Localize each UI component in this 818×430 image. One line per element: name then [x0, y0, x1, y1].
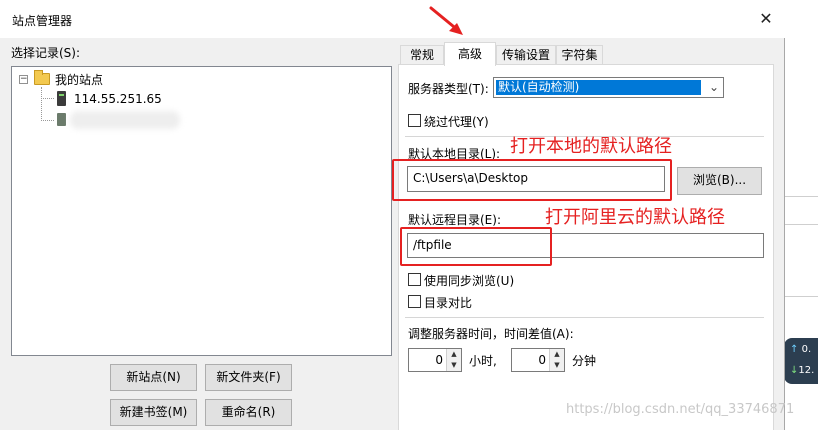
select-entry-label: 选择记录(S): [11, 46, 81, 60]
server-icon [57, 113, 66, 126]
tab-advanced[interactable]: 高级 [444, 42, 496, 66]
window-title: 站点管理器 [12, 14, 73, 28]
blurred-site-item[interactable] [70, 111, 180, 129]
red-arrow-annotation [429, 6, 463, 35]
stepper-down-icon[interactable]: ▼ [549, 360, 564, 371]
hours-value: 0 [435, 353, 443, 367]
server-type-value: 默认(自动检测) [495, 79, 702, 96]
local-dir-highlight [392, 159, 672, 201]
stepper-up-icon[interactable]: ▲ [446, 349, 461, 360]
time-adjust-label: 调整服务器时间，时间差值(A): [408, 327, 574, 341]
tab-charset[interactable]: 字符集 [556, 45, 603, 65]
chevron-down-icon: ⌄ [708, 80, 719, 94]
minutes-unit-label: 分钟 [572, 354, 597, 368]
rename-button[interactable]: 重命名(R) [205, 399, 292, 426]
server-type-label: 服务器类型(T): [408, 82, 489, 96]
tree-connector [41, 120, 54, 121]
title-bar: 站点管理器 ✕ [0, 0, 785, 38]
tree-connector [41, 98, 54, 99]
sync-browse-label: 使用同步浏览(U) [424, 274, 515, 288]
remote-dir-label: 默认远程目录(E): [408, 213, 501, 227]
new-folder-button[interactable]: 新文件夹(F) [205, 364, 292, 391]
minutes-value: 0 [538, 353, 546, 367]
tree-root-label[interactable]: 我的站点 [55, 71, 103, 88]
minutes-stepper[interactable]: 0 ▲ ▼ [511, 348, 565, 372]
new-site-button[interactable]: 新站点(N) [110, 364, 197, 391]
local-dir-annotation: 打开本地的默认路径 [510, 136, 672, 157]
background-divider [785, 224, 818, 225]
tab-transfer-settings[interactable]: 传输设置 [496, 45, 556, 65]
upload-speed: 0. [801, 344, 812, 355]
new-bookmark-button[interactable]: 新建书签(M) [110, 399, 197, 426]
browse-button[interactable]: 浏览(B)... [677, 167, 762, 195]
bypass-proxy-label: 绕过代理(Y) [424, 115, 489, 129]
download-speed: 12. [798, 365, 815, 376]
upload-arrow-icon: ↑ [790, 344, 799, 355]
collapse-icon[interactable]: − [19, 75, 28, 84]
hours-unit-label: 小时, [469, 354, 497, 368]
remote-dir-highlight [400, 227, 552, 266]
remote-dir-annotation: 打开阿里云的默认路径 [545, 207, 725, 228]
dir-compare-checkbox[interactable] [408, 295, 421, 308]
hours-stepper[interactable]: 0 ▲ ▼ [408, 348, 462, 372]
watermark: https://blog.csdn.net/qq_33746871 [566, 402, 795, 417]
network-speed-widget: ↑ 0. ↓12. [784, 338, 818, 384]
background-divider [785, 296, 818, 297]
dir-compare-label: 目录对比 [424, 296, 473, 310]
site-tree[interactable]: − 我的站点 114.55.251.65 [11, 66, 392, 356]
folder-icon [34, 70, 50, 85]
sync-browse-checkbox[interactable] [408, 273, 421, 286]
stepper-up-icon[interactable]: ▲ [549, 349, 564, 360]
divider [405, 317, 764, 318]
server-type-select[interactable]: 默认(自动检测) ⌄ [493, 77, 724, 98]
tree-connector [41, 87, 42, 121]
tree-site-item[interactable]: 114.55.251.65 [74, 92, 162, 106]
server-icon [57, 91, 66, 106]
tab-general[interactable]: 常规 [400, 45, 444, 65]
background-divider [785, 196, 818, 197]
bypass-proxy-checkbox[interactable] [408, 114, 421, 127]
stepper-down-icon[interactable]: ▼ [446, 360, 461, 371]
close-icon[interactable]: ✕ [757, 10, 775, 28]
